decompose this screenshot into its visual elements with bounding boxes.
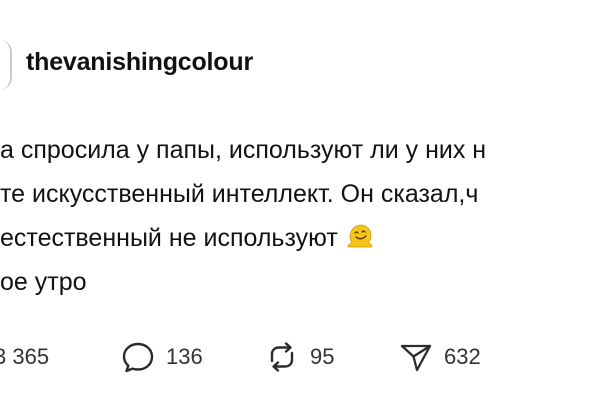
- melting-face-emoji-icon: [347, 224, 373, 248]
- action-bar: 3 365 136 95 632: [0, 337, 600, 377]
- repost-button[interactable]: 95: [262, 337, 334, 377]
- like-button[interactable]: 3 365: [0, 337, 49, 377]
- post-text-line-4: ое утро: [0, 268, 87, 296]
- post-text-line-3-text: естественный не используют: [0, 224, 338, 252]
- post-text-line-1: а спросила у папы, используют ли у них н: [0, 136, 487, 164]
- post-text: а спросила у папы, используют ли у них н…: [0, 128, 600, 304]
- post-text-line-2: те искусственный интеллект. Он сказал,ч: [0, 180, 479, 208]
- speech-bubble-icon: [122, 342, 154, 373]
- post-card: thevanishingcolour а спросила у папы, ис…: [0, 0, 600, 400]
- repost-count: 95: [310, 344, 335, 369]
- like-count: 3 365: [0, 344, 50, 369]
- paper-plane-icon: [400, 344, 432, 372]
- repost-arrows-icon: [270, 342, 294, 372]
- avatar[interactable]: [0, 40, 12, 90]
- post-username[interactable]: thevanishingcolour: [26, 48, 253, 77]
- post-text-line-3: естественный не используют: [0, 216, 600, 260]
- reply-count: 136: [166, 344, 203, 369]
- share-button[interactable]: 632: [396, 337, 481, 377]
- share-count: 632: [444, 344, 481, 369]
- reply-button[interactable]: 136: [118, 337, 203, 377]
